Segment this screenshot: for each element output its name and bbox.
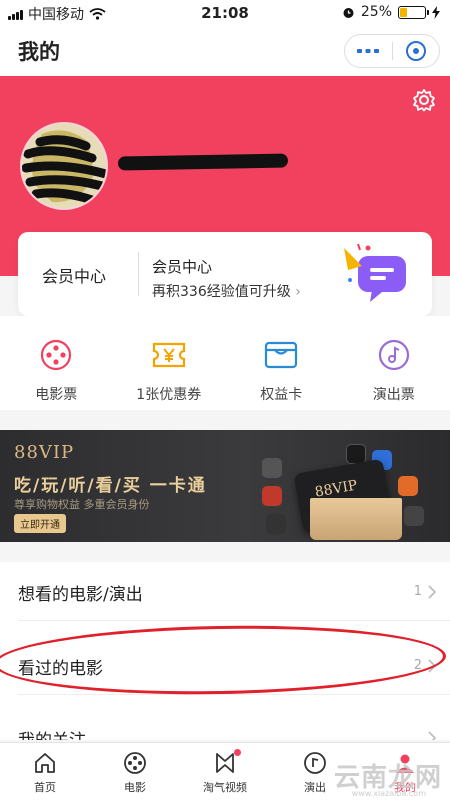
member-upgrade-text: 再积336经验值可升级 — [152, 284, 291, 300]
battery-icon — [398, 5, 429, 19]
list-divider — [18, 620, 450, 621]
battery-fill — [400, 7, 407, 17]
chevron-right-icon — [428, 585, 436, 599]
chevron-right-icon: › — [295, 284, 301, 300]
charging-icon — [432, 5, 440, 19]
list-item[interactable]: 想看的电影/演出 1 — [0, 562, 450, 620]
list-item-count: 1 — [413, 584, 422, 599]
tab-movie[interactable]: 电影 — [90, 743, 180, 800]
quick-movie-ticket[interactable]: 电影票 — [0, 316, 113, 410]
quick-label: 权益卡 — [260, 387, 303, 403]
show-icon — [304, 752, 326, 774]
status-right: 25% — [342, 4, 440, 20]
banner-subline: 尊享购物权益 多重会员身份 — [14, 498, 150, 511]
app-tile-icon — [398, 476, 418, 496]
tab-home[interactable]: 首页 — [0, 743, 90, 800]
battery-percent: 25% — [360, 4, 392, 20]
status-bar: 中国移动 21:08 25% — [0, 0, 450, 26]
chevron-right-icon — [428, 731, 436, 740]
film-icon — [124, 752, 146, 774]
close-button[interactable] — [392, 35, 439, 67]
mini-program-capsule — [344, 34, 440, 68]
settings-gear-icon[interactable] — [412, 88, 436, 112]
banner-brand: 88VIP — [14, 442, 75, 463]
tab-label: 演出 — [304, 781, 326, 794]
app-tile-icon — [266, 514, 286, 534]
quick-coupon[interactable]: 1张优惠券 — [113, 316, 226, 410]
close-circle-icon — [405, 41, 426, 61]
tab-label: 淘气视频 — [203, 781, 247, 794]
envelope-graphic — [310, 498, 402, 540]
card-icon — [264, 338, 298, 372]
member-center-label: 会员中心 — [42, 267, 107, 286]
banner-headline: 吃/玩/听/看/买 一卡通 — [14, 476, 207, 496]
avatar[interactable] — [20, 122, 108, 210]
film-reel-icon — [39, 338, 73, 372]
alarm-icon — [343, 7, 354, 18]
tab-video[interactable]: 淘气视频 — [180, 743, 270, 800]
watermark-url: www.xiazaiba.com — [351, 789, 426, 798]
list-divider — [18, 694, 450, 695]
app-tile-icon — [262, 486, 282, 506]
quick-actions: 电影票 1张优惠券 权益卡 演出票 — [0, 316, 450, 410]
tab-label: 电影 — [124, 781, 146, 794]
quick-label: 演出票 — [372, 387, 415, 403]
home-icon — [35, 753, 55, 773]
tab-label: 首页 — [34, 781, 56, 794]
list-item-label: 想看的电影/演出 — [18, 585, 143, 605]
list-item[interactable]: 我的关注 — [0, 708, 450, 740]
more-button[interactable] — [345, 35, 392, 67]
notification-dot — [234, 749, 241, 756]
app-tile-icon — [404, 506, 424, 526]
member-divider — [138, 252, 139, 296]
tab-bar: 首页 电影 淘气视频 演出 我的 云南龙网 www.xiazaiba.com — [0, 742, 450, 800]
vip-banner[interactable]: 88VIP 吃/玩/听/看/买 一卡通 尊享购物权益 多重会员身份 立即开通 8… — [0, 430, 450, 542]
nav-bar: 我的 — [0, 26, 450, 76]
quick-label: 1张优惠券 — [136, 387, 202, 403]
coupon-icon — [152, 338, 186, 372]
music-disc-icon — [377, 338, 411, 372]
member-subtitle: 再积336经验值可升级 › — [152, 281, 301, 301]
member-card[interactable]: 会员中心 会员中心 再积336经验值可升级 › — [18, 232, 432, 316]
quick-show-ticket[interactable]: 演出票 — [338, 316, 450, 410]
quick-benefit-card[interactable]: 权益卡 — [225, 316, 338, 410]
app-tile-icon — [262, 458, 282, 478]
avatar-redacted-icon — [22, 124, 106, 208]
more-dots-icon — [357, 49, 380, 53]
page-title: 我的 — [18, 40, 60, 64]
username-redacted — [117, 153, 289, 171]
video-icon — [216, 753, 234, 773]
member-title: 会员中心 — [152, 258, 213, 276]
party-popper-message-icon — [344, 243, 406, 302]
list-item-label: 我的关注 — [18, 726, 86, 740]
banner-cta-button[interactable]: 立即开通 — [14, 514, 66, 533]
quick-label: 电影票 — [35, 387, 78, 403]
